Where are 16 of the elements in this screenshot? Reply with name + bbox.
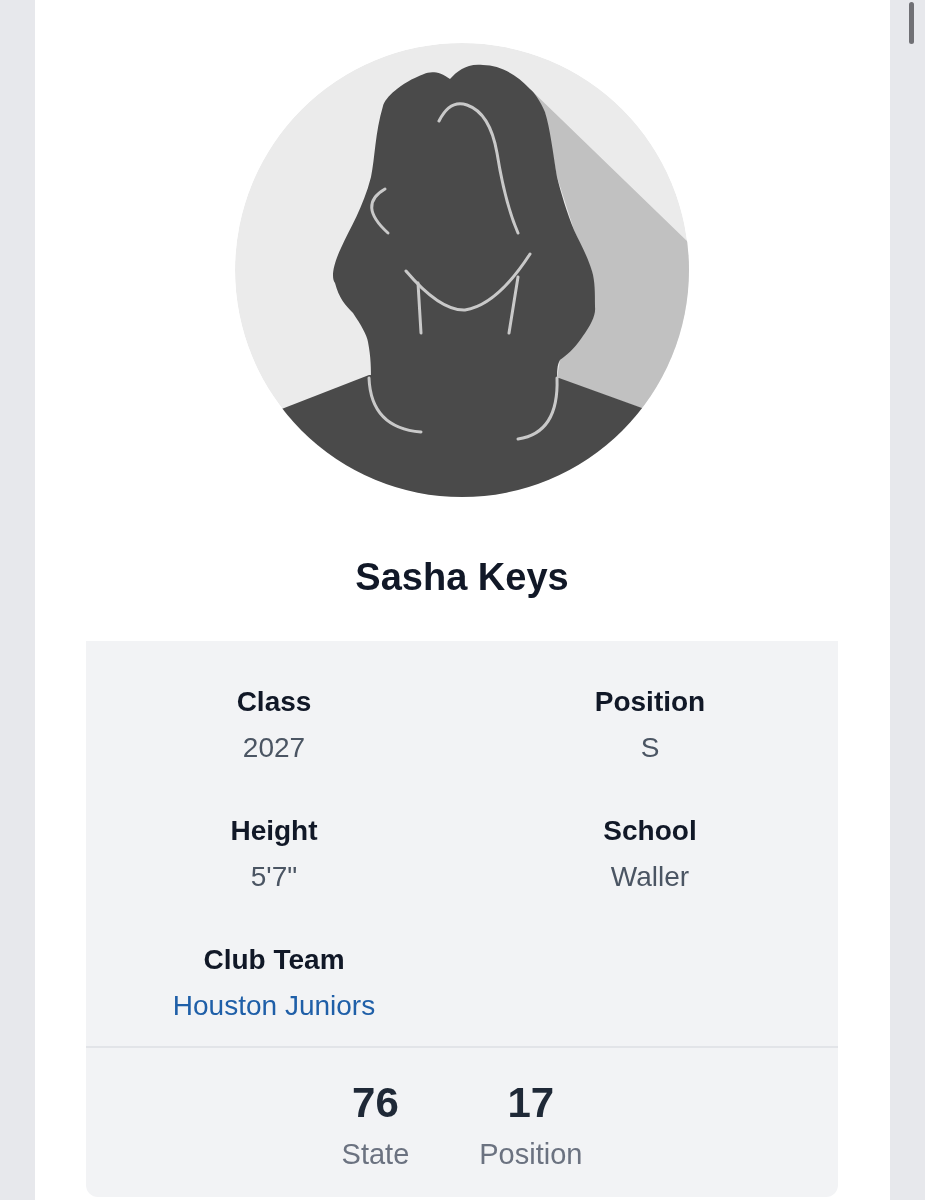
detail-label: Class — [236, 685, 312, 719]
ranking-number: 76 — [352, 1078, 399, 1128]
ranking-number: 17 — [507, 1078, 555, 1128]
ranking-label: State — [341, 1137, 410, 1172]
detail-value: S — [640, 731, 660, 765]
detail-label: School — [603, 814, 697, 848]
ranking-label: Position — [479, 1137, 583, 1172]
detail-value: Waller — [610, 860, 690, 894]
detail-label: Position — [594, 685, 706, 719]
detail-value: 2027 — [242, 731, 306, 765]
scrollbar-thumb[interactable] — [909, 2, 914, 44]
club-team-link[interactable]: Houston Juniors — [172, 989, 376, 1023]
detail-label: Height — [230, 814, 318, 848]
player-name: Sasha Keys — [355, 555, 569, 600]
detail-value: 5'7" — [250, 860, 298, 894]
detail-label: Club Team — [203, 943, 345, 977]
